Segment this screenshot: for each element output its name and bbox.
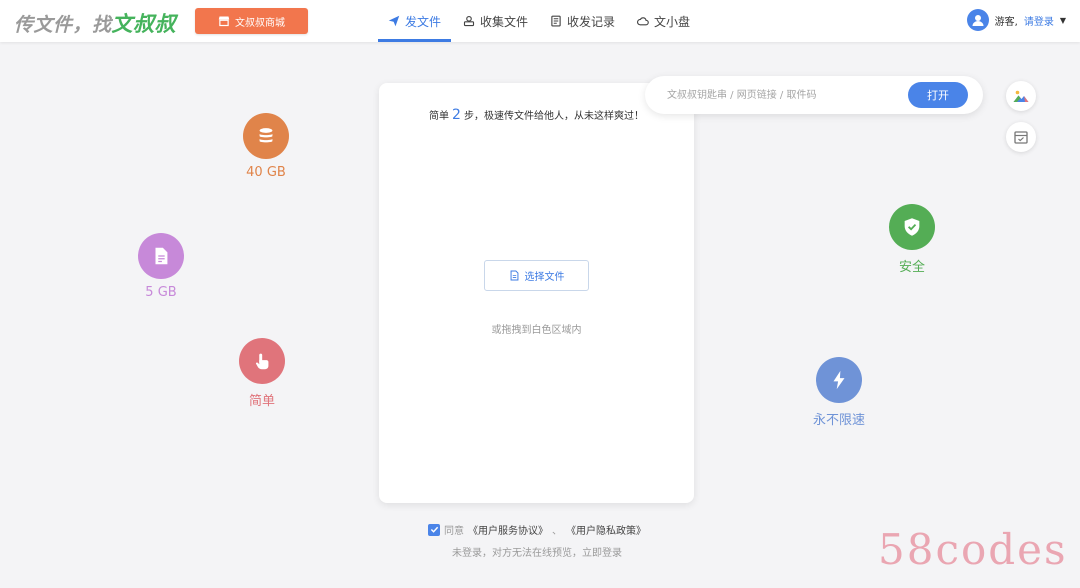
feature-storage-40gb: 40 GB bbox=[226, 113, 306, 180]
chevron-down-icon[interactable]: ▼ bbox=[1060, 16, 1066, 25]
tip-suffix: 步，极速传文件给他人，从未这样爽过！ bbox=[463, 111, 644, 122]
pickup-search-box: 打开 bbox=[645, 76, 983, 114]
nav-send-file[interactable]: 发文件 bbox=[378, 0, 452, 42]
feature-label: 5 GB bbox=[145, 285, 177, 300]
feature-label: 简单 bbox=[248, 394, 275, 409]
guest-label: 游客, bbox=[994, 16, 1018, 28]
landscape-image-icon bbox=[1013, 90, 1029, 102]
database-icon bbox=[243, 113, 289, 159]
image-tool-button[interactable] bbox=[1006, 81, 1036, 111]
feature-simple: 简单 bbox=[222, 338, 302, 409]
logo-brand: 文叔叔 bbox=[111, 12, 177, 36]
feature-secure: 安全 bbox=[872, 204, 952, 275]
tip-step-count: 2 bbox=[452, 107, 461, 123]
file-icon bbox=[510, 270, 518, 281]
nav-collect-files[interactable]: 收集文件 bbox=[453, 0, 538, 42]
avatar[interactable] bbox=[966, 9, 989, 31]
agreement-separator: 、 bbox=[552, 526, 562, 537]
feature-size-5gb: 5 GB bbox=[121, 233, 201, 300]
login-link[interactable]: 请登录 bbox=[1024, 13, 1054, 28]
calendar-tool-button[interactable] bbox=[1006, 122, 1036, 152]
top-header: 传文件，找文叔叔 文叔叔商城 发文件 收集文件 收发记录 文小盘 游客, 请登录… bbox=[0, 0, 1080, 42]
cloud-icon bbox=[637, 17, 649, 26]
logo-slogan: 传文件，找 bbox=[14, 14, 112, 36]
tip-prefix: 简单 bbox=[429, 111, 450, 122]
nav-mini-disk[interactable]: 文小盘 bbox=[627, 0, 700, 42]
privacy-policy-link[interactable]: 《用户隐私政策》 bbox=[566, 522, 646, 537]
record-list-icon bbox=[551, 15, 561, 27]
mall-button-label: 文叔叔商城 bbox=[235, 17, 285, 29]
watermark: 58codes bbox=[878, 525, 1068, 574]
calendar-icon bbox=[1014, 131, 1028, 144]
document-icon bbox=[138, 233, 184, 279]
tap-hand-icon bbox=[239, 338, 285, 384]
feature-label: 40 GB bbox=[246, 165, 286, 180]
user-icon bbox=[972, 15, 984, 26]
lightning-icon bbox=[816, 357, 862, 403]
select-file-button[interactable]: 选择文件 bbox=[484, 260, 589, 291]
feature-label: 安全 bbox=[898, 260, 925, 275]
select-file-label: 选择文件 bbox=[524, 272, 565, 283]
agree-text: 同意 bbox=[444, 526, 464, 537]
upload-card[interactable]: 简单 2 步，极速传文件给他人，从未这样爽过！ 选择文件 或拖拽到白色区域内 bbox=[379, 83, 694, 503]
nav-records[interactable]: 收发记录 bbox=[540, 0, 625, 42]
site-logo[interactable]: 传文件，找文叔叔 bbox=[14, 8, 176, 38]
feature-label: 永不限速 bbox=[812, 413, 865, 428]
open-button[interactable]: 打开 bbox=[908, 82, 968, 108]
collect-icon bbox=[463, 15, 475, 27]
agree-checkbox[interactable] bbox=[428, 523, 440, 536]
upload-tip: 简单 2 步，极速传文件给他人，从未这样爽过！ bbox=[379, 107, 694, 123]
nav-collect-files-label: 收集文件 bbox=[480, 14, 529, 29]
feature-unlimited-speed: 永不限速 bbox=[799, 357, 879, 428]
service-agreement-link[interactable]: 《用户服务协议》 bbox=[468, 522, 548, 537]
nav-mini-disk-label: 文小盘 bbox=[654, 14, 691, 29]
drag-drop-hint: 或拖拽到白色区域内 bbox=[491, 325, 582, 336]
pickup-code-input[interactable] bbox=[667, 85, 902, 105]
store-icon bbox=[218, 16, 230, 27]
mall-button[interactable]: 文叔叔商城 bbox=[195, 8, 308, 34]
shield-check-icon bbox=[889, 204, 935, 250]
nav-records-label: 收发记录 bbox=[567, 14, 616, 29]
check-icon bbox=[430, 526, 438, 533]
nav-send-file-label: 发文件 bbox=[405, 14, 442, 29]
paper-plane-icon bbox=[388, 15, 400, 27]
user-area: 游客, 请登录 ▼ bbox=[966, 8, 1066, 32]
main-nav: 发文件 收集文件 收发记录 文小盘 bbox=[378, 0, 702, 42]
